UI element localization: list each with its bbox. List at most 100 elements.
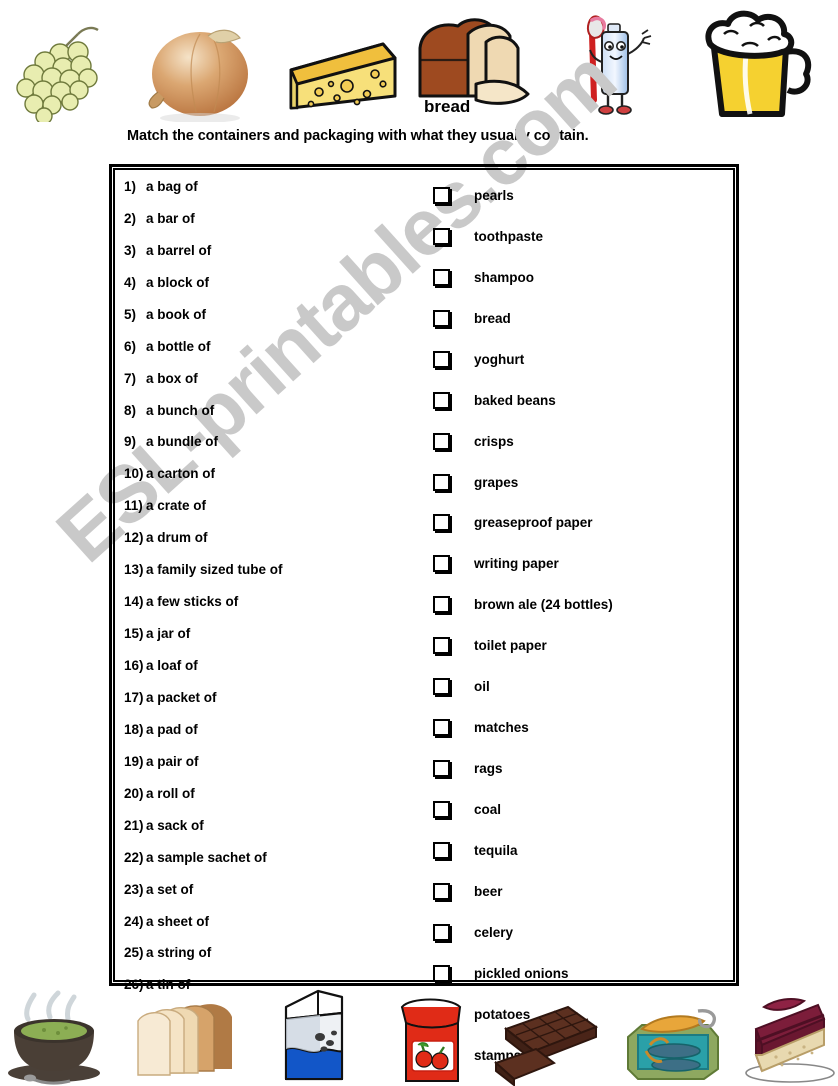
- container-number: 1): [124, 178, 137, 194]
- toothpaste-image: [556, 4, 686, 122]
- bread-clipart-label: bread: [424, 97, 470, 116]
- container-row: 10) a carton of: [124, 457, 424, 489]
- answer-checkbox[interactable]: [433, 268, 450, 286]
- answer-checkbox[interactable]: [433, 678, 450, 696]
- container-number: 11): [124, 498, 143, 514]
- container-label: a jar of: [146, 626, 191, 642]
- content-row: pickled onions: [433, 948, 733, 989]
- container-number: 6): [124, 338, 137, 354]
- content-label: pickled onions: [474, 965, 569, 981]
- container-row: 13) a family sized tube of: [124, 553, 424, 585]
- answer-checkbox[interactable]: [433, 309, 450, 327]
- content-label: tequila: [474, 842, 518, 858]
- content-label: shampoo: [474, 269, 535, 285]
- container-number: 20): [124, 785, 144, 801]
- container-row: 12) a drum of: [124, 521, 424, 553]
- container-number: 5): [124, 306, 137, 322]
- answer-checkbox[interactable]: [433, 841, 450, 859]
- container-number: 19): [124, 753, 144, 769]
- answer-checkbox[interactable]: [433, 596, 450, 614]
- answer-checkbox[interactable]: [433, 760, 450, 778]
- container-number: 4): [124, 274, 137, 290]
- content-row: baked beans: [433, 375, 733, 416]
- content-row: tequila: [433, 825, 733, 866]
- content-row: pearls: [433, 170, 733, 211]
- container-label: a roll of: [146, 785, 195, 801]
- content-row: bread: [433, 293, 733, 334]
- jam-jar-image: [376, 985, 488, 1086]
- container-number: 10): [124, 466, 144, 482]
- answer-checkbox[interactable]: [433, 186, 450, 204]
- container-label: a drum of: [146, 530, 208, 546]
- instruction-text: Match the containers and packaging with …: [127, 128, 589, 144]
- answer-checkbox[interactable]: [433, 350, 450, 368]
- answer-checkbox[interactable]: [433, 719, 450, 737]
- answer-checkbox[interactable]: [433, 882, 450, 900]
- container-number: 3): [124, 242, 137, 258]
- answer-checkbox[interactable]: [433, 514, 450, 532]
- contents-column: pearls toothpaste shampoo bread yoghurt baked…: [433, 170, 733, 1086]
- content-label: toilet paper: [474, 638, 547, 654]
- container-label: a bundle of: [146, 434, 218, 450]
- container-label: a string of: [146, 945, 212, 961]
- beer-mug-image: [688, 4, 838, 122]
- container-label: a barrel of: [146, 242, 212, 258]
- container-number: 8): [124, 402, 137, 418]
- answer-checkbox[interactable]: [433, 227, 450, 245]
- content-row: yoghurt: [433, 334, 733, 375]
- answer-checkbox[interactable]: [433, 473, 450, 491]
- container-number: 2): [124, 210, 137, 226]
- answer-checkbox[interactable]: [433, 432, 450, 450]
- container-row: 22) a sample sachet of: [124, 841, 424, 873]
- container-row: 16) a loaf of: [124, 649, 424, 681]
- onion-image: [130, 12, 275, 123]
- content-label: yoghurt: [474, 351, 525, 367]
- container-number: 14): [124, 594, 144, 610]
- container-row: 21) a sack of: [124, 809, 424, 841]
- grapes-image: [0, 12, 130, 125]
- container-number: 23): [124, 881, 144, 897]
- container-number: 22): [124, 849, 144, 865]
- content-label: celery: [474, 924, 514, 940]
- container-row: 20) a roll of: [124, 777, 424, 809]
- chocolate-image: [492, 985, 610, 1086]
- container-label: a book of: [146, 306, 206, 322]
- container-row: 24) a sheet of: [124, 905, 424, 937]
- answer-checkbox[interactable]: [433, 391, 450, 409]
- content-row: toothpaste: [433, 211, 733, 252]
- container-number: 9): [124, 434, 137, 450]
- content-row: greaseproof paper: [433, 498, 733, 539]
- bread-loaf-image: [130, 985, 250, 1086]
- container-label: a packet of: [146, 689, 217, 705]
- answer-checkbox[interactable]: [433, 555, 450, 573]
- content-label: baked beans: [474, 392, 556, 408]
- container-row: 8) a bunch of: [124, 394, 424, 426]
- content-row: matches: [433, 702, 733, 743]
- content-row: coal: [433, 784, 733, 825]
- answer-checkbox[interactable]: [433, 964, 450, 982]
- container-row: 25) a string of: [124, 937, 424, 969]
- bread-image: bread: [410, 4, 556, 122]
- container-row: 1) a bag of: [124, 170, 424, 202]
- content-row: brown ale (24 bottles): [433, 579, 733, 620]
- container-label: a few sticks of: [146, 594, 239, 610]
- exercise-box: 1) a bag of 2) a bar of 3) a barrel of 4) a blo…: [109, 164, 739, 1064]
- container-label: a box of: [146, 370, 198, 386]
- container-label: a pair of: [146, 753, 199, 769]
- container-number: 17): [124, 689, 144, 705]
- container-number: 13): [124, 562, 144, 578]
- content-label: crisps: [474, 433, 514, 449]
- content-row: grapes: [433, 457, 733, 498]
- answer-checkbox[interactable]: [433, 637, 450, 655]
- answer-checkbox[interactable]: [433, 923, 450, 941]
- container-label: a set of: [146, 881, 194, 897]
- content-label: grapes: [474, 474, 519, 490]
- container-row: 11) a crate of: [124, 489, 424, 521]
- answer-checkbox[interactable]: [433, 801, 450, 819]
- container-number: 25): [124, 945, 144, 961]
- content-row: toilet paper: [433, 620, 733, 661]
- container-label: a bunch of: [146, 402, 215, 418]
- container-label: a pad of: [146, 721, 198, 737]
- container-label: a bag of: [146, 178, 198, 194]
- content-label: toothpaste: [474, 228, 543, 244]
